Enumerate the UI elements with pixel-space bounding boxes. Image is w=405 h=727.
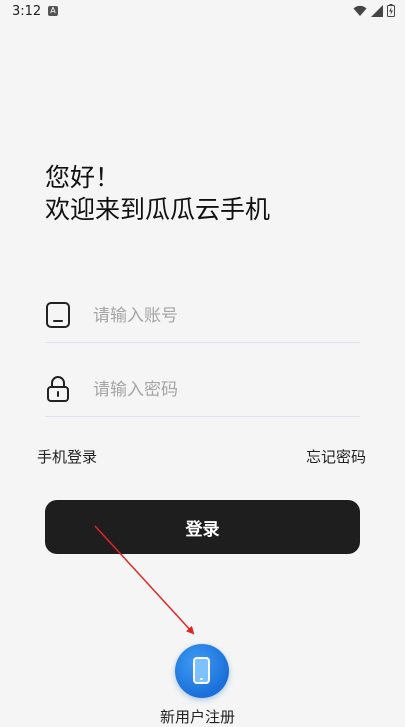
status-icons (353, 4, 395, 17)
signal-icon (371, 4, 383, 17)
phone-login-link[interactable]: 手机登录 (37, 446, 97, 467)
notification-glyph: A (50, 6, 56, 15)
notification-icon: A (48, 6, 58, 16)
greeting-welcome: 欢迎来到瓜瓜云手机 (45, 195, 271, 224)
register-label[interactable]: 新用户注册 (160, 706, 250, 727)
account-input[interactable] (91, 300, 355, 332)
greeting-hello: 您好！ (45, 163, 121, 192)
annotation-arrow (94, 525, 195, 635)
password-input[interactable] (91, 374, 355, 406)
login-button[interactable]: 登录 (45, 500, 360, 554)
status-time: 3:12 (12, 4, 42, 19)
password-field[interactable] (45, 366, 360, 417)
battery-charging-icon (387, 4, 395, 17)
account-field[interactable] (45, 292, 360, 343)
forgot-password-link[interactable]: 忘记密码 (306, 446, 366, 467)
status-bar: 3:12 A (0, 0, 405, 24)
wifi-icon (353, 5, 367, 16)
greeting: 您好！ 欢迎来到瓜瓜云手机 (45, 162, 270, 226)
mobile-phone-icon (193, 657, 210, 684)
register-button[interactable] (175, 644, 229, 698)
lock-icon (47, 376, 69, 402)
phone-outline-icon (46, 302, 70, 328)
